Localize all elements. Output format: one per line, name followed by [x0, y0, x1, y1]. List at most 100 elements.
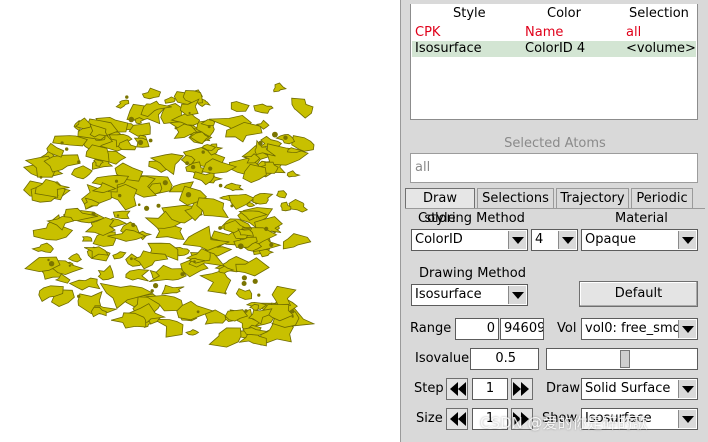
isosurface-blob [252, 192, 274, 205]
rep-color: Name [525, 25, 564, 40]
isosurface-blob [31, 242, 54, 254]
volume-select[interactable]: vol0: free_smo [581, 318, 698, 340]
isosurface-shadow [150, 289, 154, 293]
isosurface-blob [164, 96, 176, 104]
isosurface-shadow [188, 111, 191, 115]
isovalue-field[interactable]: 0.5 [470, 348, 539, 370]
isosurface-blob [230, 101, 250, 112]
isosurface-shadow [47, 258, 50, 262]
color-id-select[interactable]: 4 [531, 229, 578, 251]
chevron-down-icon[interactable] [678, 320, 696, 338]
isosurface-blob [81, 236, 93, 242]
chevron-down-icon[interactable] [678, 410, 696, 428]
double-right-arrow-icon [513, 382, 529, 396]
isosurface-shadow [252, 278, 258, 284]
isosurface-shadow [77, 160, 81, 164]
tab-trajectory[interactable]: Trajectory [556, 188, 629, 208]
isosurface-blob [70, 165, 93, 180]
isosurface-shadow [130, 257, 133, 261]
isosurface-shadow [125, 95, 129, 99]
isosurface-blob [286, 170, 301, 178]
step-increase-button[interactable] [511, 378, 533, 400]
rep-row-cpk[interactable]: CPK Name all [412, 25, 696, 41]
isosurface-blob [200, 119, 216, 126]
isosurface-shadow [131, 222, 136, 228]
drawing-method-select[interactable]: Isosurface [411, 284, 528, 306]
isosurface-shadow [193, 260, 196, 263]
selected-atoms-title: Selected Atoms [504, 136, 606, 151]
vol-label: Vol [557, 321, 577, 336]
isosurface-blob [246, 201, 256, 208]
isosurface-shadow [128, 116, 135, 123]
isosurface-blob [125, 269, 150, 282]
header-selection[interactable]: Selection [629, 5, 689, 23]
isosurface-blob [288, 198, 309, 213]
range-min-field[interactable]: 0 [455, 318, 499, 340]
size-decrease-button[interactable] [446, 408, 468, 430]
default-button[interactable]: Default [579, 281, 698, 307]
isosurface-shadow [48, 261, 55, 267]
tab-selections[interactable]: Selections [477, 188, 554, 208]
isosurface-shadow [77, 294, 81, 298]
isosurface-shadow [65, 147, 69, 151]
isosurface-shadow [39, 175, 43, 179]
drawing-method-label: Drawing Method [419, 266, 526, 281]
isosurface-shadow [185, 192, 192, 198]
table-top-edge [410, 0, 698, 4]
isosurface-blob [141, 87, 162, 100]
chevron-down-icon[interactable] [558, 231, 576, 249]
isosurface-shadow [218, 183, 223, 188]
isosurface-shadow [283, 135, 288, 140]
chevron-down-icon[interactable] [678, 231, 696, 249]
representation-table[interactable]: Style Color Selection CPK Name all Isosu… [410, 0, 698, 120]
isosurface-blob [112, 210, 131, 220]
material-label: Material [615, 211, 668, 226]
isosurface-blob [161, 284, 185, 295]
isosurface-shadow [91, 211, 96, 216]
isovalue-label: Isovalue [415, 351, 470, 366]
draw-select[interactable]: Solid Surface [581, 378, 698, 400]
isosurface-shadow [291, 315, 294, 318]
rep-selection: all [626, 25, 642, 40]
isosurface-blob [276, 190, 288, 199]
isosurface-blob [282, 233, 312, 250]
graphics-viewport[interactable] [0, 0, 400, 442]
chevron-down-icon[interactable] [508, 286, 526, 304]
isosurface-blob [291, 97, 314, 119]
tab-periodic[interactable]: Periodic [631, 188, 693, 208]
isosurface-shadow [118, 193, 122, 198]
isosurface-render [22, 82, 316, 348]
tab-draw-style[interactable]: Draw style [405, 188, 475, 226]
material-select[interactable]: Opaque [581, 229, 698, 251]
slider-handle[interactable] [620, 350, 630, 368]
isosurface-shadow [207, 125, 211, 129]
isosurface-shadow [148, 138, 153, 143]
rep-row-isosurface[interactable]: Isosurface ColorID 4 <volume> [412, 41, 696, 57]
isosurface-shadow [258, 140, 263, 146]
watermark-text: CSDN @爱的你是碎的歌 [480, 414, 648, 432]
isosurface-shadow [137, 139, 144, 146]
isovalue-slider[interactable] [546, 348, 698, 370]
double-left-arrow-icon [450, 382, 466, 396]
header-style[interactable]: Style [453, 5, 486, 23]
isosurface-shadow [257, 293, 261, 297]
isosurface-shadow [224, 292, 227, 295]
chevron-down-icon[interactable] [678, 380, 696, 398]
tab-divider [405, 208, 705, 209]
isosurface-shadow [201, 150, 205, 154]
step-decrease-button[interactable] [446, 378, 468, 400]
selected-atoms-input[interactable]: all [410, 153, 698, 183]
coloring-method-select[interactable]: ColorID [411, 229, 528, 251]
range-label: Range [410, 321, 452, 336]
isosurface-shadow [144, 205, 150, 211]
isosurface-blob [67, 253, 83, 263]
chevron-down-icon[interactable] [508, 231, 526, 249]
header-color[interactable]: Color [547, 5, 581, 23]
step-field[interactable]: 1 [472, 378, 508, 400]
isosurface-blob [185, 329, 200, 336]
range-max-field[interactable]: 94609 [500, 318, 544, 340]
rep-style: Isosurface [415, 41, 482, 56]
isosurface-shadow [190, 164, 196, 170]
isosurface-shadow [114, 179, 119, 183]
isosurface-blob [153, 318, 184, 338]
